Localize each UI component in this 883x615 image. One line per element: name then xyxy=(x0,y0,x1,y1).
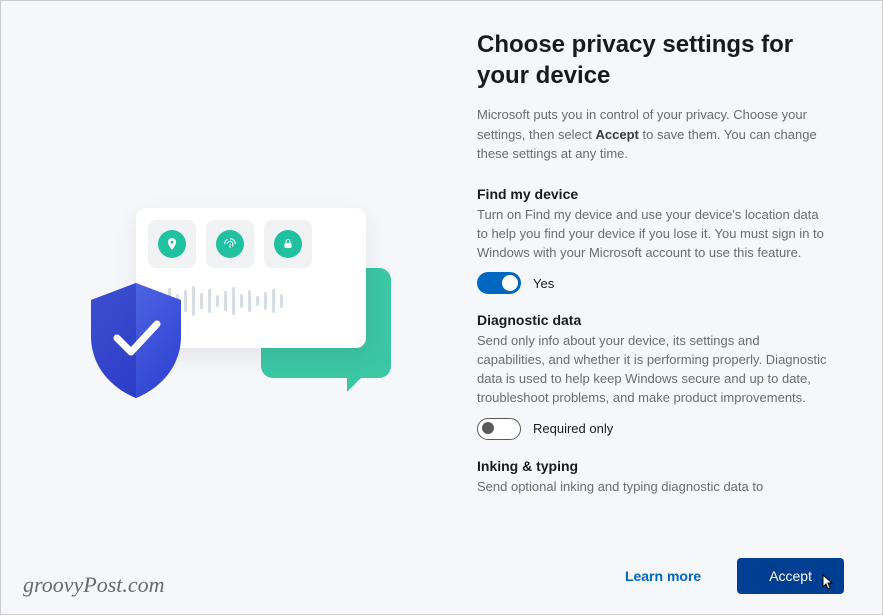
footer: Learn more Accept xyxy=(625,558,844,594)
settings-list: Find my device Turn on Find my device an… xyxy=(477,186,828,515)
lock-icon xyxy=(264,220,312,268)
setting-description: Turn on Find my device and use your devi… xyxy=(477,206,828,263)
location-pin-icon xyxy=(148,220,196,268)
setting-find-my-device: Find my device Turn on Find my device an… xyxy=(477,186,828,295)
shield-icon xyxy=(81,278,191,403)
find-my-device-toggle[interactable] xyxy=(477,272,521,294)
privacy-illustration xyxy=(71,188,411,448)
accept-button[interactable]: Accept xyxy=(737,558,844,594)
toggle-label: Yes xyxy=(533,276,554,291)
page-title: Choose privacy settings for your device xyxy=(477,29,828,91)
setting-description: Send optional inking and typing diagnost… xyxy=(477,478,828,497)
setting-title: Find my device xyxy=(477,186,828,202)
cursor-icon xyxy=(822,574,836,590)
setting-diagnostic-data: Diagnostic data Send only info about you… xyxy=(477,312,828,439)
illustration-panel xyxy=(21,21,461,614)
setting-inking-typing: Inking & typing Send optional inking and… xyxy=(477,458,828,497)
intro-text: Microsoft puts you in control of your pr… xyxy=(477,105,828,164)
toggle-label: Required only xyxy=(533,421,613,436)
watermark: groovyPost.com xyxy=(23,572,165,598)
setting-title: Diagnostic data xyxy=(477,312,828,328)
learn-more-link[interactable]: Learn more xyxy=(625,568,701,584)
setting-description: Send only info about your device, its se… xyxy=(477,332,828,407)
setting-title: Inking & typing xyxy=(477,458,828,474)
content-panel: Choose privacy settings for your device … xyxy=(461,21,862,614)
diagnostic-data-toggle[interactable] xyxy=(477,418,521,440)
fingerprint-icon xyxy=(206,220,254,268)
